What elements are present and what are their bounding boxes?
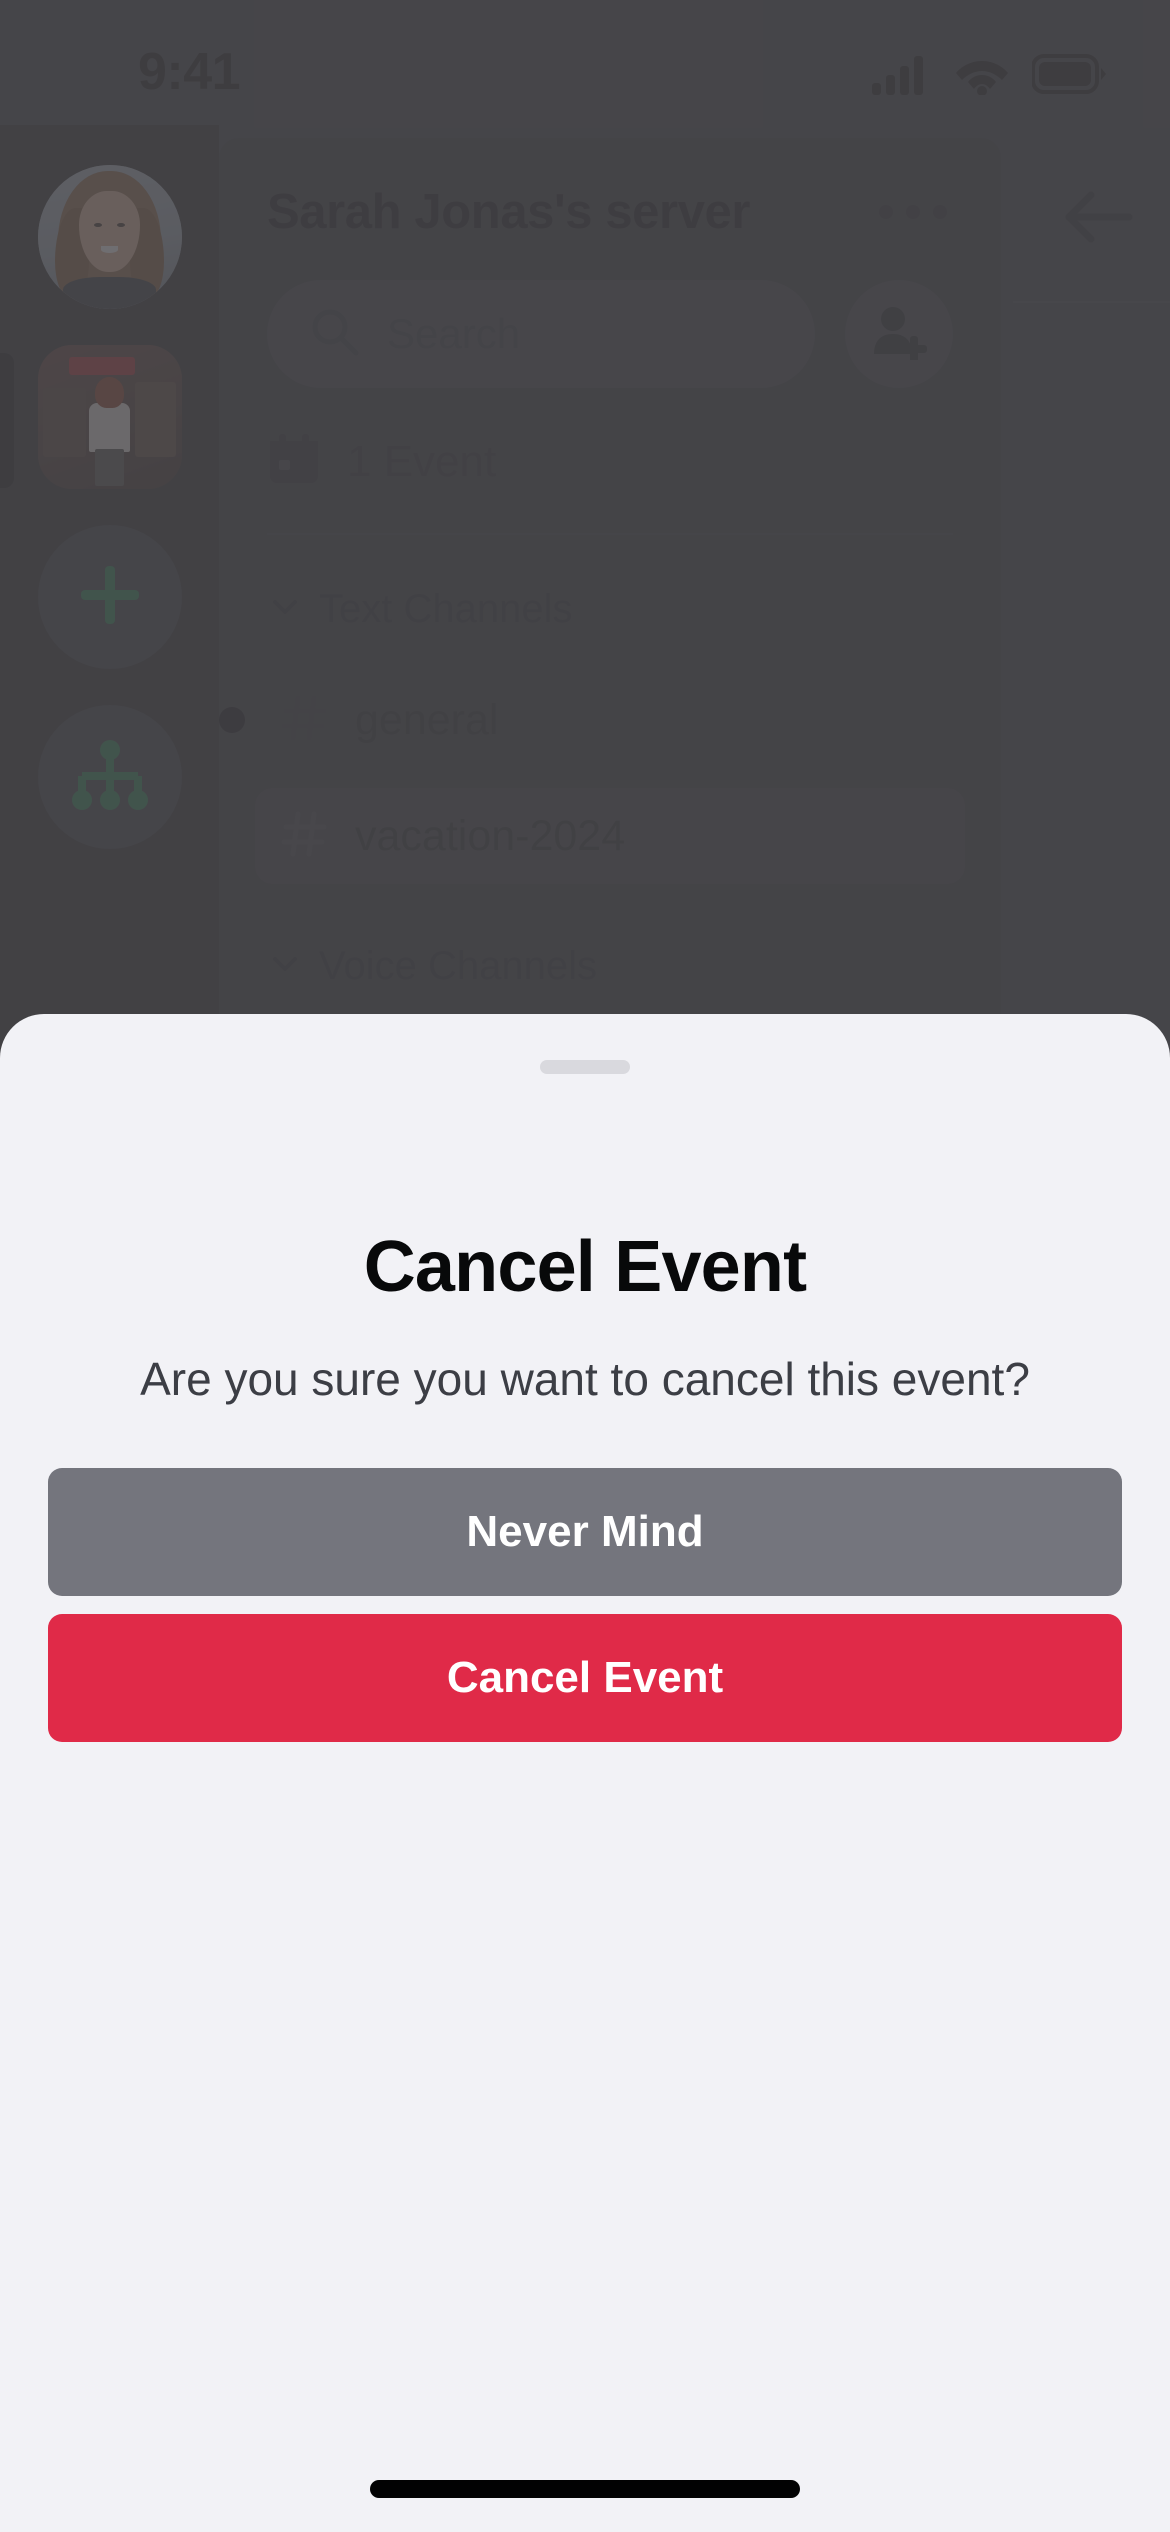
status-bar-time: 9:41 xyxy=(138,42,241,101)
hub-icon xyxy=(71,739,149,815)
events-label: 1 Event xyxy=(347,436,497,486)
chevron-down-icon xyxy=(269,591,301,628)
explore-servers-button[interactable] xyxy=(37,705,182,849)
phone-screen: 9:41 Sarah Jonas's server Search 1 Event… xyxy=(0,0,1170,2532)
channel-item-wrapper: general xyxy=(219,672,965,768)
events-row[interactable]: 1 Event xyxy=(267,432,953,535)
hash-icon xyxy=(281,694,329,747)
channel-name: general xyxy=(355,695,499,744)
ellipsis-icon xyxy=(906,205,920,219)
sheet-title: Cancel Event xyxy=(363,1227,807,1307)
sheet-subtitle: Are you sure you want to cancel this eve… xyxy=(140,1353,1030,1405)
avatar xyxy=(37,165,182,309)
drag-handle[interactable] xyxy=(540,1060,630,1074)
never-mind-button[interactable]: Never Mind xyxy=(48,1468,1122,1596)
add-server-button[interactable] xyxy=(37,525,182,669)
chevron-down-icon xyxy=(269,948,301,985)
channel-name: vacation-2024 xyxy=(355,811,626,860)
category-label: Voice Channels xyxy=(319,944,597,988)
search-placeholder: Search xyxy=(387,310,521,357)
search-icon xyxy=(309,306,361,363)
wifi-icon xyxy=(954,53,1010,95)
server-options-button[interactable] xyxy=(879,205,947,219)
channel-panel-header: Sarah Jonas's server Search 1 Event xyxy=(219,138,1001,535)
status-bar: 9:41 xyxy=(0,0,1170,125)
cellular-signal-icon xyxy=(872,53,932,95)
unread-indicator xyxy=(219,707,245,733)
page-title: Sarah Jonas's server xyxy=(267,185,751,239)
ellipsis-icon xyxy=(879,205,893,219)
selected-server-indicator xyxy=(0,353,14,488)
cancel-event-button[interactable]: Cancel Event xyxy=(48,1614,1122,1742)
calendar-icon xyxy=(267,432,321,491)
category-label: Text Channels xyxy=(319,587,573,631)
server-icon xyxy=(37,345,182,489)
sidebar-item-vacation-2024[interactable]: vacation-2024 xyxy=(255,788,965,884)
hash-icon xyxy=(281,810,329,863)
search-input[interactable]: Search xyxy=(267,280,815,388)
sidebar-item-general[interactable]: general xyxy=(255,672,965,768)
add-person-icon xyxy=(870,304,928,365)
plus-icon xyxy=(75,560,145,635)
battery-icon xyxy=(1032,53,1108,94)
status-bar-icons xyxy=(872,53,1108,95)
channel-view-header xyxy=(1013,138,1170,303)
cancel-event-sheet: Cancel Event Are you sure you want to ca… xyxy=(0,1014,1170,2532)
home-indicator xyxy=(370,2480,800,2498)
ellipsis-icon xyxy=(933,205,947,219)
sidebar-item-direct-messages[interactable] xyxy=(37,165,182,309)
category-text-channels[interactable]: Text Channels xyxy=(255,569,965,650)
sheet-actions: Never Mind Cancel Event xyxy=(0,1468,1170,1742)
add-user-button[interactable] xyxy=(845,280,953,388)
sidebar-item-sarah-jonas-server[interactable] xyxy=(37,345,182,489)
arrow-left-icon[interactable] xyxy=(1061,187,1133,252)
category-voice-channels[interactable]: Voice Channels xyxy=(255,926,965,1007)
search-row: Search xyxy=(267,280,953,388)
